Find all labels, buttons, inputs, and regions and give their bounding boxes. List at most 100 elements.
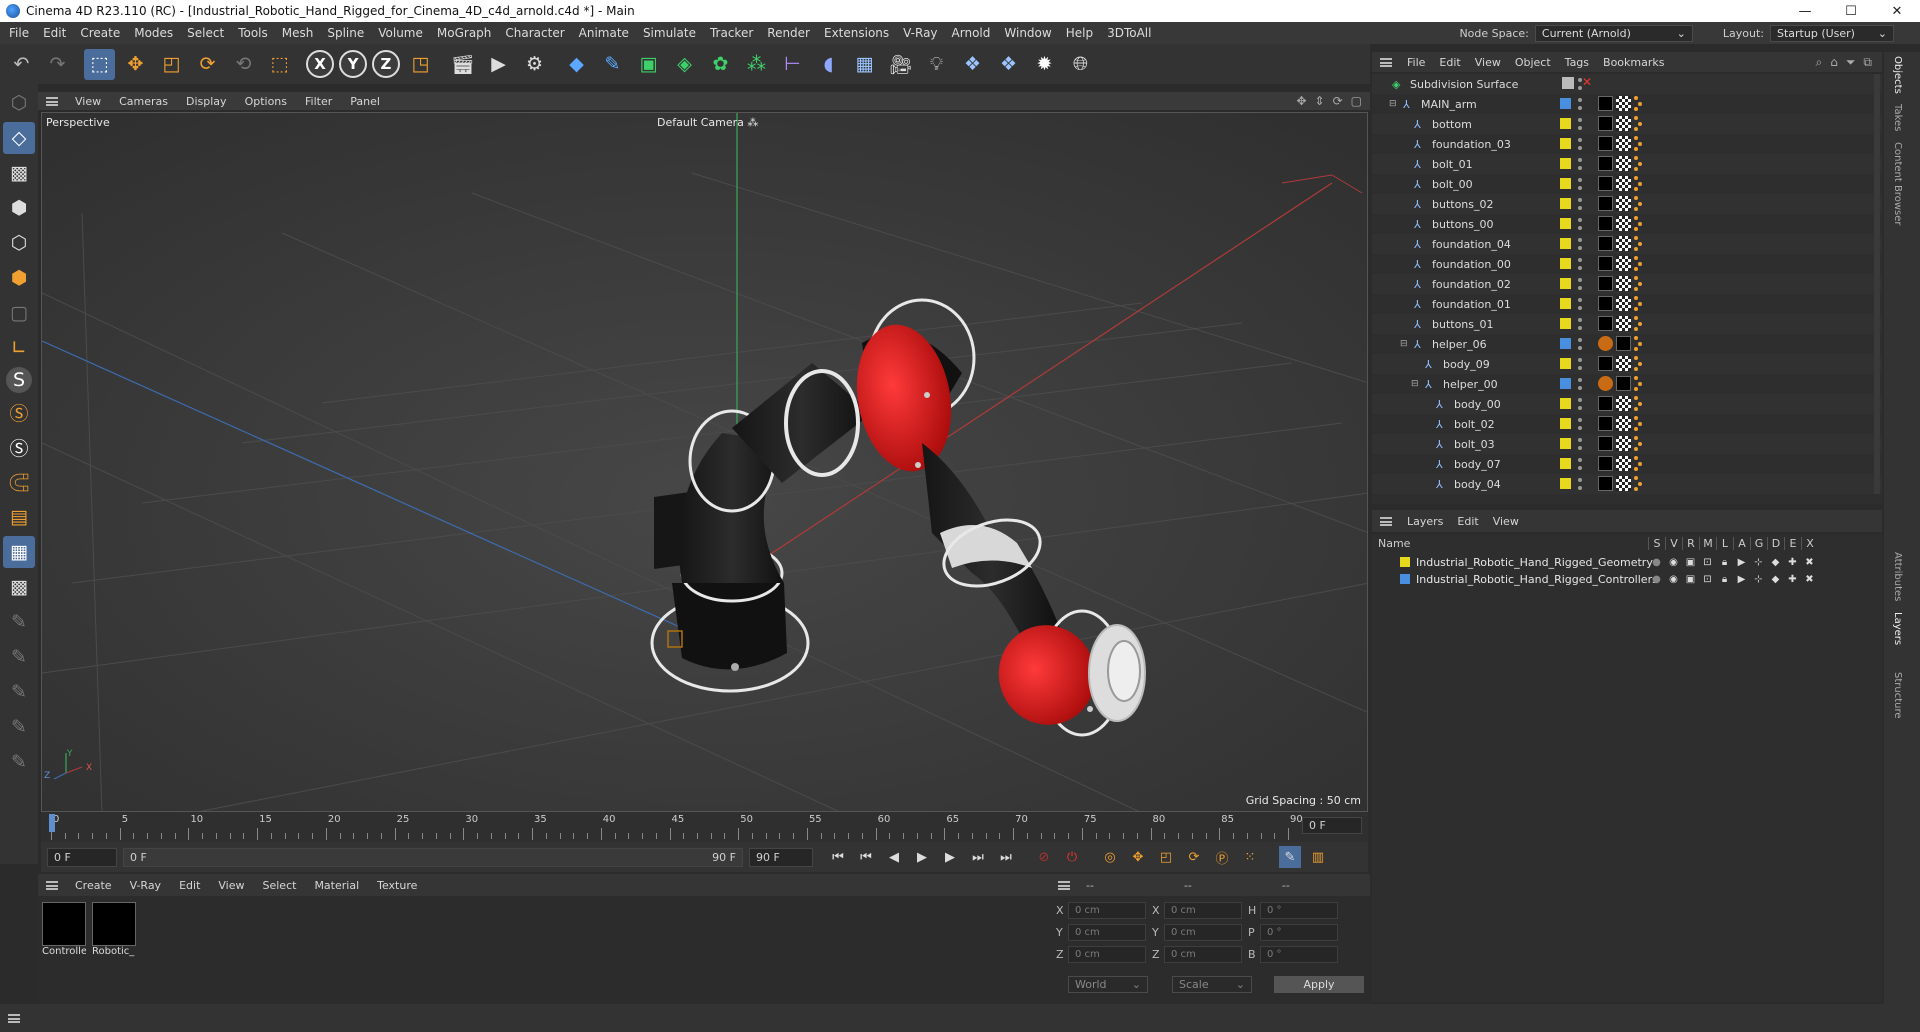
side-tab-takes[interactable]: Takes [1892,104,1903,131]
object-row[interactable]: ⅄ foundation_02 [1372,274,1882,294]
symmetry-icon[interactable]: ⊢ [777,49,808,80]
material-tag-icon[interactable] [1598,256,1613,271]
material-tag-icon[interactable] [1598,216,1613,231]
play-icon[interactable]: ▶ [911,846,933,868]
texture-tag-icon[interactable] [1616,236,1631,251]
paint-icon[interactable]: ✎ [3,606,35,638]
manager-icon[interactable]: ⊡ [1699,574,1716,585]
frame-range-slider[interactable]: 0 F 90 F [123,847,743,867]
layer-row[interactable]: Industrial_Robotic_Hand_Rigged_Geometry ●… [1372,554,1882,571]
menu-modes[interactable]: Modes [127,26,180,40]
display-tag-icon[interactable] [1598,376,1613,391]
home-icon[interactable]: ⌂ [1830,55,1838,70]
expression-icon[interactable]: ✚ [1784,574,1801,585]
viewport-3d[interactable]: Perspective Default Camera ⁂ Grid Spacin… [41,112,1368,812]
layer-color-dot[interactable] [1560,338,1571,349]
layer-color-dot[interactable] [1560,398,1571,409]
material-tag-icon[interactable] [1598,396,1613,411]
layer-menu-layers[interactable]: Layers [1400,515,1450,528]
layer-color-dot[interactable] [1560,238,1571,249]
texture-tag-icon[interactable] [1616,176,1631,191]
constraint-tag-icon[interactable] [1634,376,1642,391]
constraint-tag-icon[interactable] [1634,456,1642,471]
deformer-icon[interactable]: ◖ [813,49,844,80]
cube-icon[interactable]: ◆ [561,49,592,80]
material-tag-icon[interactable] [1598,476,1613,491]
end-frame-field[interactable]: 90 F [749,847,813,867]
layer-color-swatch[interactable] [1400,557,1410,567]
texture-tag-icon[interactable] [1616,196,1631,211]
visibility-toggle[interactable] [1578,458,1582,470]
menu-tools[interactable]: Tools [231,26,275,40]
uv-mode-icon[interactable]: ▢ [3,297,35,329]
layer-color-dot[interactable] [1560,478,1571,489]
object-row[interactable]: ⅄ foundation_03 [1372,134,1882,154]
constraint-tag-icon[interactable] [1634,416,1642,431]
model-mode-icon[interactable]: ◇ [3,122,35,154]
scale-icon[interactable]: ◰ [156,49,187,80]
animation-icon[interactable]: ▶ [1733,574,1750,585]
object-row[interactable]: ⅄ body_09 [1372,354,1882,374]
coord-size-dropdown[interactable]: Scale ⌄ [1172,976,1252,993]
layer-column-g[interactable]: G [1750,536,1767,550]
camera-icon[interactable]: 🎥︎ [885,49,916,80]
coord-field[interactable]: 0 ° [1260,946,1338,963]
sculpt-icon[interactable]: ✎ [3,676,35,708]
move-icon[interactable]: ✥ [120,49,151,80]
side-tab-objects[interactable]: Objects [1892,56,1903,94]
constraint-tag-icon[interactable] [1634,136,1642,151]
search-icon[interactable]: ⌕ [1815,55,1822,70]
edit-check-icon[interactable] [1562,77,1574,89]
visibility-toggle[interactable] [1578,398,1582,410]
constraint-tag-icon[interactable] [1634,276,1642,291]
object-list-scrollbar[interactable] [1874,74,1880,494]
pen-icon[interactable]: ✎ [597,49,628,80]
object-row[interactable]: ⅄ body_00 [1372,394,1882,414]
layout-dropdown[interactable]: Startup (User) ⌄ [1770,24,1894,42]
object-row[interactable]: ⅄ foundation_00 [1372,254,1882,274]
material-tag-icon[interactable] [1598,176,1613,191]
xref-icon[interactable]: ✖ [1801,574,1818,585]
previous-key-icon[interactable]: ⏮ [855,846,877,868]
material-menu-edit[interactable]: Edit [170,879,209,892]
material-tag-icon[interactable] [1598,296,1613,311]
rotate-view-icon[interactable]: ⟳ [1333,94,1343,108]
layer-column-s[interactable]: S [1648,536,1665,550]
visibility-toggle[interactable] [1578,278,1582,290]
object-menu-tags[interactable]: Tags [1558,56,1596,69]
layer-menu-view[interactable]: View [1486,515,1526,528]
deformer-icon[interactable]: ◆ [1767,574,1784,585]
floor-icon[interactable]: ▦ [849,49,880,80]
deformer-icon[interactable]: ◆ [1767,557,1784,568]
coord-field[interactable]: 0 cm [1068,902,1146,919]
redo-icon[interactable]: ↷ [42,49,73,80]
object-row[interactable]: ⅄ bolt_02 [1372,414,1882,434]
brush-icon[interactable]: ✎ [3,641,35,673]
material-tag-icon[interactable] [1598,436,1613,451]
constraint-tag-icon[interactable] [1634,96,1642,111]
apply-button[interactable]: Apply [1274,976,1364,993]
points-mode-icon[interactable]: ⬢ [3,192,35,224]
z-axis-icon[interactable]: Z [372,50,400,78]
move-view-icon[interactable]: ✥ [1296,94,1306,108]
object-menu-view[interactable]: View [1468,56,1508,69]
keyframe-selection-icon[interactable]: ◎ [1099,846,1121,868]
y-axis-icon[interactable]: Y [339,50,367,78]
menu-help[interactable]: Help [1059,26,1100,40]
layer-color-dot[interactable] [1560,378,1571,389]
next-frame-icon[interactable]: ▶ [939,846,961,868]
viewport-menu-panel[interactable]: Panel [341,95,389,108]
layer-color-dot[interactable] [1560,198,1571,209]
coord-field[interactable]: 0 ° [1260,924,1338,941]
eye-icon[interactable]: ◉ [1665,574,1682,585]
hamburger-icon[interactable] [8,1013,20,1023]
material-tag-icon[interactable] [1598,456,1613,471]
material-tag-icon[interactable] [1598,236,1613,251]
knife-icon[interactable]: ✎ [3,746,35,778]
visibility-toggle[interactable] [1578,378,1582,390]
workplane-snap-icon[interactable]: Ⓢ [3,431,35,463]
coord-field[interactable]: 0 ° [1260,902,1338,919]
hamburger-icon[interactable] [1380,57,1392,67]
generator-icon[interactable]: ⊹ [1750,574,1767,585]
viewport-menu-view[interactable]: View [66,95,110,108]
